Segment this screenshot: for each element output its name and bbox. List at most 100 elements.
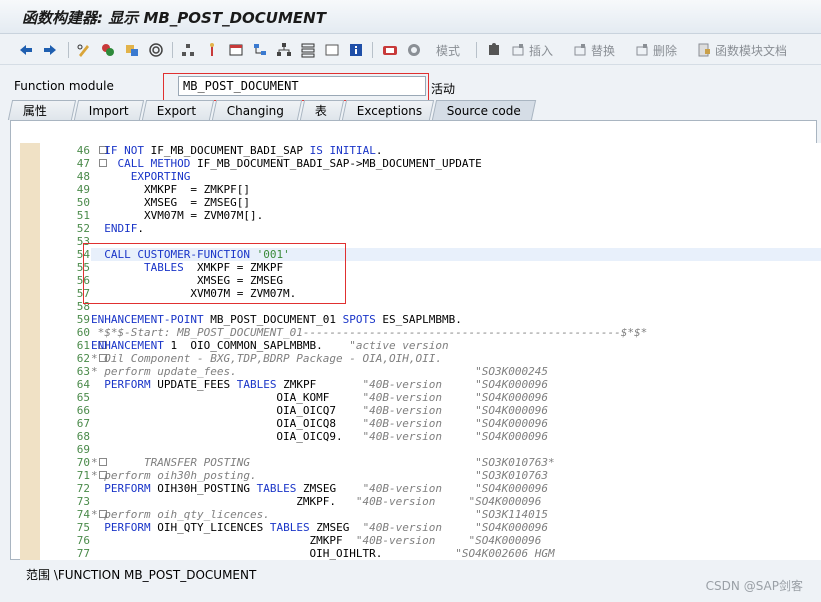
enhance-button[interactable] xyxy=(486,41,502,59)
code-line[interactable]: XMKPF = ZMKPF[] xyxy=(91,183,821,196)
code-line[interactable]: CALL METHOD IF_MB_DOCUMENT_BADI_SAP->MB_… xyxy=(91,157,821,170)
code-line[interactable]: OIH_OIHLTR. "SO4K002606 HGM xyxy=(91,547,821,560)
line-number: 73 xyxy=(76,495,90,508)
pretty-printer-button[interactable] xyxy=(406,41,422,59)
fullscreen-button[interactable] xyxy=(324,41,340,59)
title-bar: 函数构建器: 显示 MB_POST_DOCUMENT xyxy=(0,0,821,34)
gear-stamp-icon xyxy=(406,42,422,58)
tab-attributes[interactable]: 属性 xyxy=(7,100,77,120)
line-number: 62 xyxy=(76,352,90,365)
code-line[interactable]: XMSEG = ZMSEG xyxy=(91,274,821,287)
line-number: 53 xyxy=(76,235,90,248)
code-line[interactable] xyxy=(91,235,821,248)
tab-import[interactable]: Import xyxy=(73,100,145,120)
line-number: 58 xyxy=(76,300,90,313)
replace-icon xyxy=(572,42,588,58)
code-line[interactable]: OIA_OICQ7 "40B-version "SO4K000096 xyxy=(91,404,821,417)
line-number: 71 xyxy=(76,469,90,482)
code-line[interactable]: * perform oih_qty_licences. "SO3K114015 xyxy=(91,508,821,521)
code-line[interactable]: * perform oih30h_posting. "SO3K010763 xyxy=(91,469,821,482)
line-number: 57 xyxy=(76,287,90,300)
line-number: 61 xyxy=(76,339,90,352)
code-line[interactable]: EXPORTING xyxy=(91,170,821,183)
line-number: 68 xyxy=(76,430,90,443)
replace-button[interactable]: 替换 xyxy=(572,41,615,59)
code-line[interactable]: TABLES XMKPF = ZMKPF xyxy=(91,261,821,274)
code-line[interactable] xyxy=(91,443,821,456)
code-line[interactable]: XVM07M = ZVM07M[]. xyxy=(91,209,821,222)
abap-editor[interactable]: 46 47 48 49 50 51 52 53 54 55 56 57 58 59 60 61 62 63 64 65… xyxy=(20,143,821,560)
stamp-icon xyxy=(382,42,398,58)
tree-icon xyxy=(252,42,268,58)
line-number: 74 xyxy=(76,508,90,521)
test-button[interactable] xyxy=(228,41,244,59)
back-button[interactable] xyxy=(18,41,34,59)
fm-documentation-button[interactable]: 函数模块文档 xyxy=(696,41,787,59)
object-list-button[interactable] xyxy=(276,41,292,59)
code-line[interactable]: PERFORM UPDATE_FEES TABLES ZMKPF "40B-ve… xyxy=(91,378,821,391)
code-line[interactable]: ZMKPF "40B-version "SO4K000096 xyxy=(91,534,821,547)
code-line[interactable]: XVM07M = ZVM07M. xyxy=(91,287,821,300)
active-inactive-button[interactable] xyxy=(100,41,116,59)
code-line[interactable]: ENDIF. xyxy=(91,222,821,235)
tab-source-code[interactable]: Source code xyxy=(431,100,537,120)
objects-icon xyxy=(124,42,140,58)
code-line[interactable]: CALL CUSTOMER-FUNCTION '001' xyxy=(91,248,821,261)
code-area[interactable]: IF NOT IF_MB_DOCUMENT_BADI_SAP IS INITIA… xyxy=(91,143,821,560)
pattern-button[interactable] xyxy=(382,41,398,59)
function-module-status: 活动 xyxy=(431,82,456,96)
other-object-button[interactable] xyxy=(124,41,140,59)
line-number: 70 xyxy=(76,456,90,469)
code-line[interactable]: OIA_KOMF "40B-version "SO4K000096 xyxy=(91,391,821,404)
function-module-field[interactable]: MB_POST_DOCUMENT xyxy=(178,76,426,96)
code-line[interactable]: PERFORM OIH30H_POSTING TABLES ZMSEG "40B… xyxy=(91,482,821,495)
display-change-button[interactable] xyxy=(76,41,92,59)
line-number: 55 xyxy=(76,261,90,274)
code-line[interactable]: * Oil Component - BXG,TDP,BDRP Package -… xyxy=(91,352,821,365)
application-toolbar: 模式 插入 替换 删除 函数模块文档 xyxy=(0,35,821,65)
display-object-button[interactable] xyxy=(300,41,316,59)
frame-icon xyxy=(324,42,340,58)
line-number: 77 xyxy=(76,547,90,560)
tab-export[interactable]: Export xyxy=(141,100,215,120)
delete-button[interactable]: 删除 xyxy=(634,41,677,59)
activate-button[interactable] xyxy=(204,41,220,59)
code-line[interactable]: *$*$-Start: MB_POST_DOCUMENT_01---------… xyxy=(91,326,821,339)
line-number: 59 xyxy=(76,313,90,326)
where-used-button[interactable] xyxy=(180,41,196,59)
code-line[interactable] xyxy=(91,300,821,313)
insert-button[interactable]: 插入 xyxy=(510,41,553,59)
scope-text: 范围 \FUNCTION MB_POST_DOCUMENT xyxy=(26,568,257,582)
code-line[interactable]: ZMKPF. "40B-version "SO4K000096 xyxy=(91,495,821,508)
stack-icon xyxy=(300,42,316,58)
code-line[interactable]: OIA_OICQ9. "40B-version "SO4K000096 xyxy=(91,430,821,443)
tab-tables[interactable]: 表 xyxy=(299,100,345,120)
puzzle-icon xyxy=(486,42,502,58)
tab-changing[interactable]: Changing xyxy=(211,100,303,120)
info-button[interactable] xyxy=(348,41,364,59)
list-tree-icon xyxy=(276,42,292,58)
tab-strip: 属性 Import Export Changing 表 Exceptions S… xyxy=(7,100,537,120)
spiral-icon xyxy=(148,42,164,58)
code-line[interactable]: ENHANCEMENT 1 OIO_COMMON_SAPLMBMB. "acti… xyxy=(91,339,821,352)
line-number: 50 xyxy=(76,196,90,209)
code-line[interactable]: * TRANSFER POSTING "SO3K010763* xyxy=(91,456,821,469)
tab-exceptions[interactable]: Exceptions xyxy=(341,100,435,120)
code-line[interactable]: XMSEG = ZMSEG[] xyxy=(91,196,821,209)
line-numbers: 46 47 48 49 50 51 52 53 54 55 56 57 58 59 60 61 62 63 64 65… xyxy=(40,143,107,560)
code-line[interactable]: OIA_OICQ8 "40B-version "SO4K000096 xyxy=(91,417,821,430)
function-module-row: Function module MB_POST_DOCUMENT 活动 xyxy=(0,72,821,100)
check-button[interactable] xyxy=(148,41,164,59)
mode-button[interactable]: 模式 xyxy=(436,41,460,59)
code-line[interactable]: * perform update_fees. "SO3K000245 xyxy=(91,365,821,378)
code-line[interactable]: PERFORM OIH_QTY_LICENCES TABLES ZMSEG "4… xyxy=(91,521,821,534)
document-icon xyxy=(696,42,712,58)
code-line[interactable]: ENHANCEMENT-POINT MB_POST_DOCUMENT_01 SP… xyxy=(91,313,821,326)
line-number: 67 xyxy=(76,417,90,430)
line-number: 51 xyxy=(76,209,90,222)
hierarchy-icon xyxy=(180,42,196,58)
navigate-button[interactable] xyxy=(252,41,268,59)
arrow-right-icon xyxy=(42,42,58,58)
forward-button[interactable] xyxy=(42,41,58,59)
code-line[interactable]: IF NOT IF_MB_DOCUMENT_BADI_SAP IS INITIA… xyxy=(91,144,821,157)
